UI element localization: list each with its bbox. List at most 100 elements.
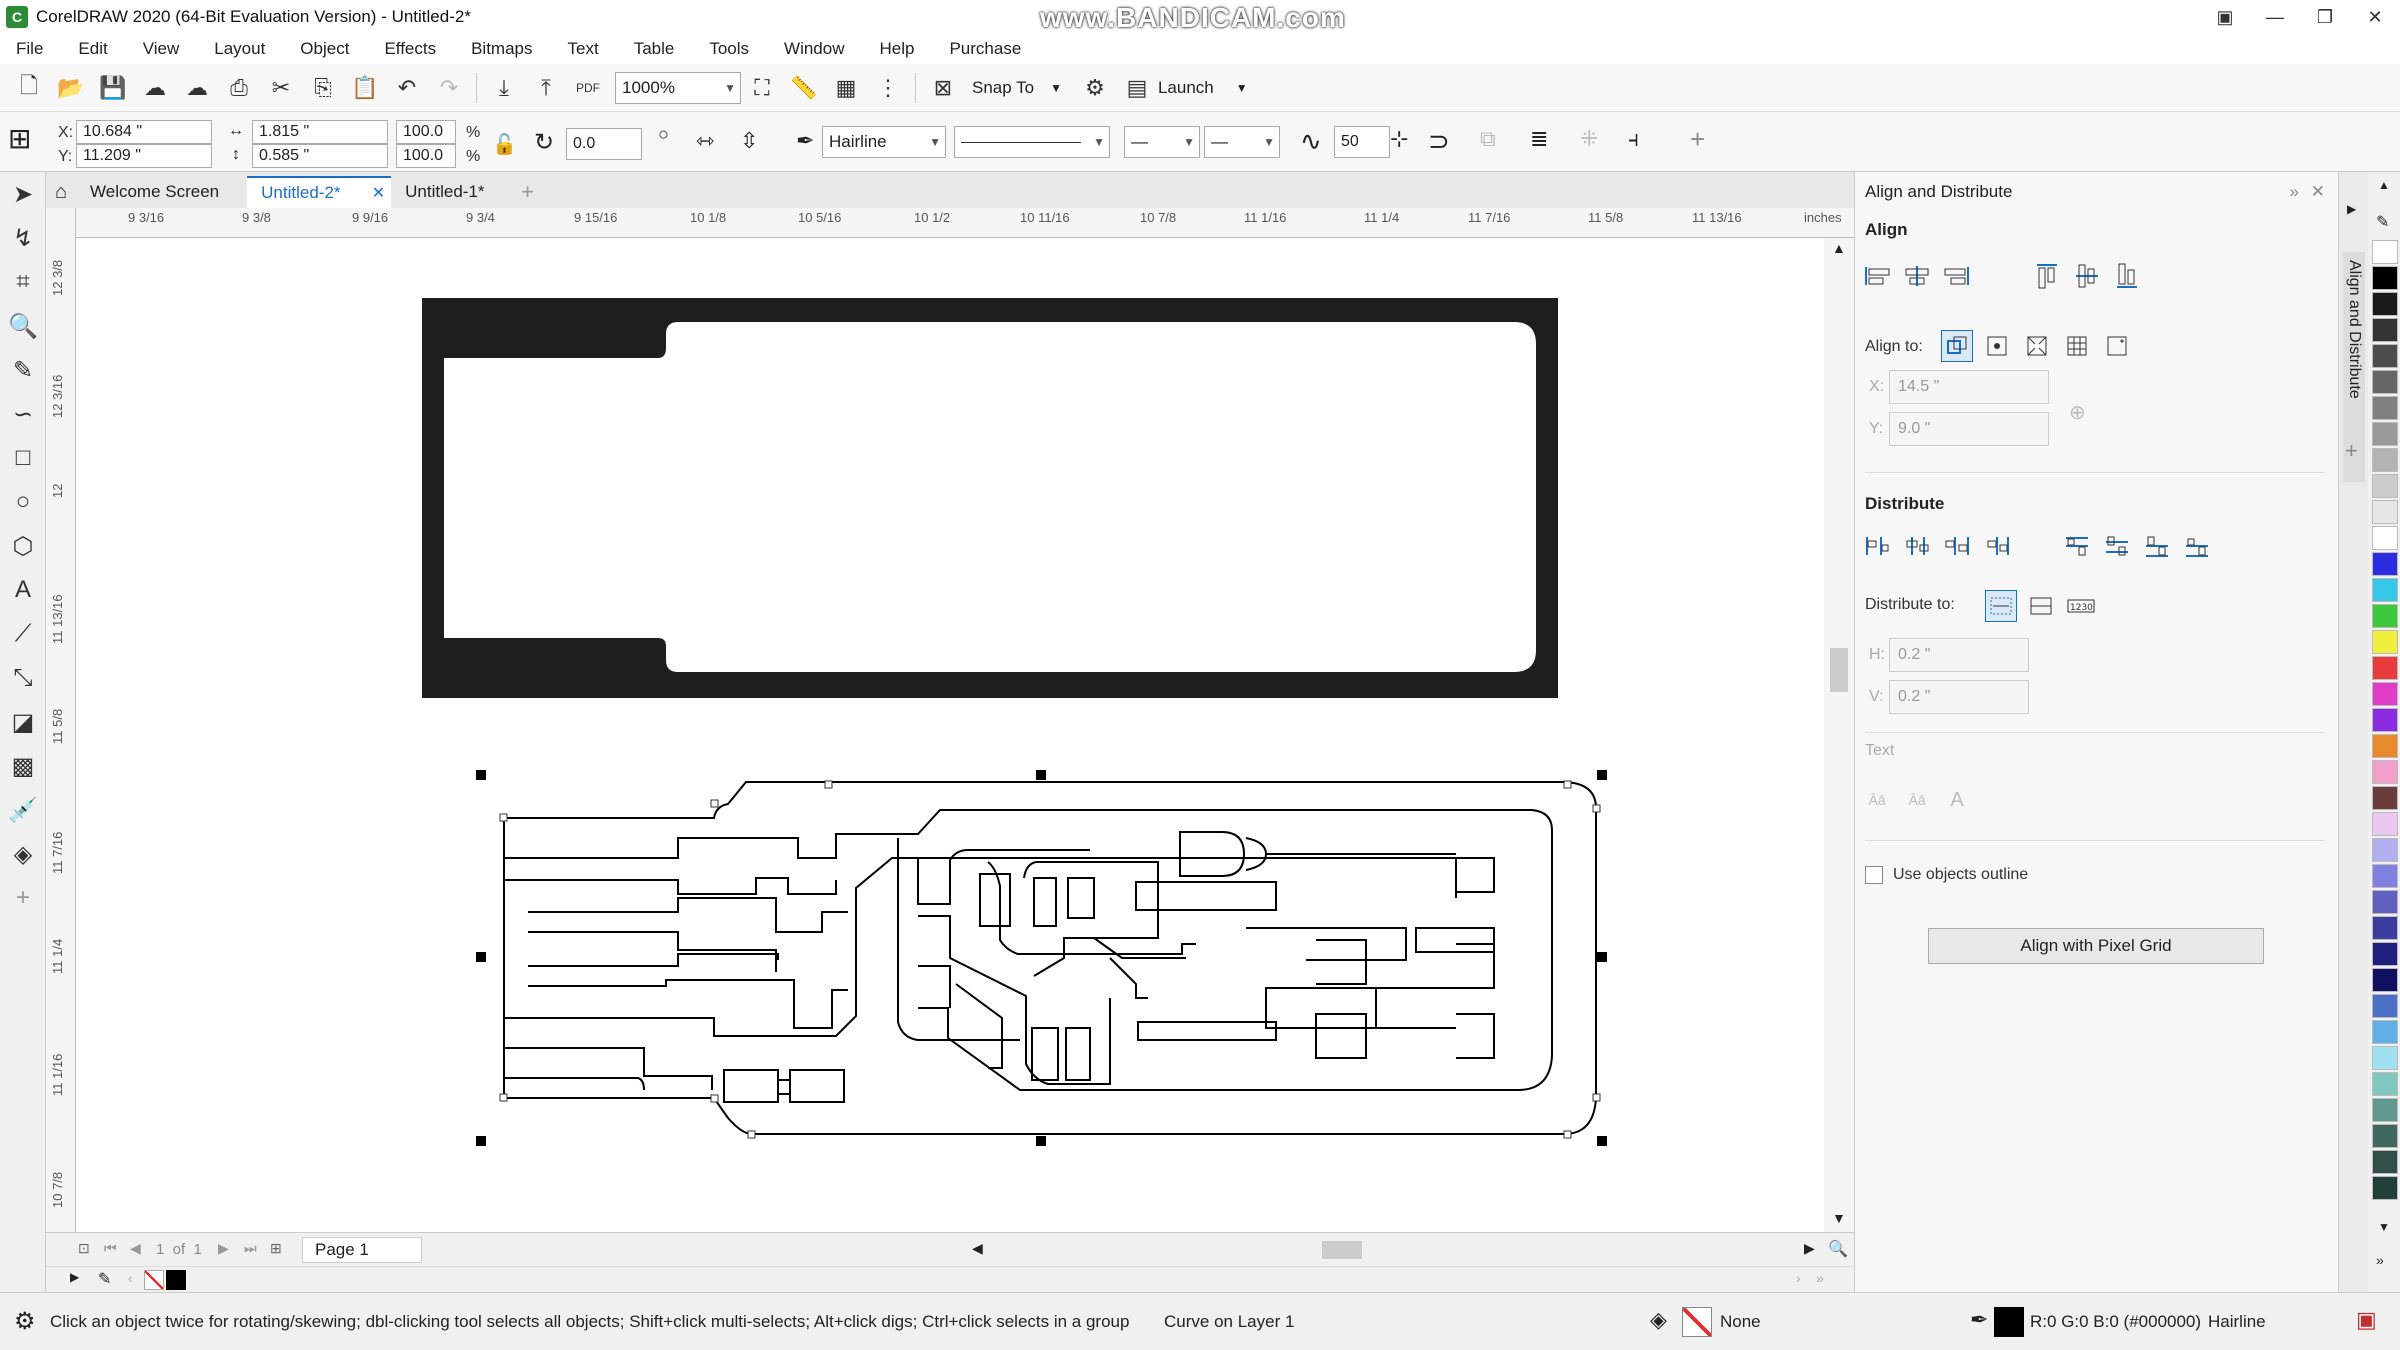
align-to-first-selected-icon[interactable]: [1981, 330, 2013, 362]
end-arrowhead-combo[interactable]: — ▼: [1204, 126, 1280, 158]
text-align-bbox-icon[interactable]: A: [1941, 784, 1973, 816]
color-swatch[interactable]: [2372, 422, 2398, 446]
text-tool-icon[interactable]: A: [0, 568, 46, 612]
object-origin-icon[interactable]: ⊞: [8, 122, 44, 162]
distribute-right-icon[interactable]: [1981, 530, 2013, 562]
docker-collapse-icon[interactable]: »: [2290, 182, 2299, 202]
menu-tools[interactable]: Tools: [709, 39, 749, 59]
color-swatch[interactable]: [2372, 682, 2398, 706]
add-docker-icon[interactable]: +: [2345, 438, 2358, 464]
menu-window[interactable]: Window: [784, 39, 844, 59]
menu-edit[interactable]: Edit: [78, 39, 107, 59]
snap-nodes-icon[interactable]: ⁜: [1580, 126, 1598, 152]
interactive-fill-tool-icon[interactable]: ◈: [0, 832, 46, 876]
align-nodes-icon[interactable]: ⫞: [1628, 126, 1639, 152]
color-swatch[interactable]: [2372, 630, 2398, 654]
mirror-horizontal-icon[interactable]: ⇿: [696, 128, 714, 154]
menu-object[interactable]: Object: [300, 39, 349, 59]
color-swatch[interactable]: [2372, 448, 2398, 472]
color-swatch[interactable]: [2372, 552, 2398, 576]
align-to-point-icon[interactable]: [2101, 330, 2133, 362]
pick-point-icon[interactable]: ⊕: [2069, 400, 2086, 425]
scroll-left-icon[interactable]: ◀: [972, 1240, 983, 1257]
prev-page-icon[interactable]: ◀: [130, 1240, 141, 1257]
no-color-swatch[interactable]: [144, 1270, 164, 1290]
last-page-icon[interactable]: ⏭: [244, 1240, 257, 1257]
color-swatch[interactable]: [2372, 578, 2398, 602]
align-to-grid-icon[interactable]: [2061, 330, 2093, 362]
distribute-middle-icon[interactable]: [2101, 530, 2133, 562]
color-swatch[interactable]: [2372, 266, 2398, 290]
text-align-baseline-icon[interactable]: Āā: [1861, 784, 1893, 816]
show-grid-icon[interactable]: ▦: [829, 71, 863, 105]
menu-layout[interactable]: Layout: [214, 39, 265, 59]
close-button[interactable]: ✕: [2350, 0, 2400, 34]
align-top-icon[interactable]: [2031, 260, 2063, 292]
width-input[interactable]: 1.815 ": [252, 120, 388, 144]
color-swatch[interactable]: [2372, 1176, 2398, 1200]
transparency-tool-icon[interactable]: ▩: [0, 744, 46, 788]
horizontal-ruler[interactable]: 9 3/16 9 3/8 9 9/16 9 3/4 9 15/16 10 1/8…: [76, 208, 1854, 238]
start-arrowhead-combo[interactable]: — ▼: [1124, 126, 1200, 158]
zoom-level-combo[interactable]: 1000% ▼: [615, 71, 741, 104]
maximize-button[interactable]: ❐: [2300, 0, 2350, 34]
first-page-icon[interactable]: ⏮: [104, 1240, 117, 1257]
palette-scroll-left-icon[interactable]: ‹: [128, 1270, 133, 1286]
show-guidelines-icon[interactable]: ⋮: [871, 71, 905, 105]
color-swatch[interactable]: [2372, 656, 2398, 680]
copy-icon[interactable]: ⎘: [306, 71, 340, 105]
launch-icon[interactable]: ▤: [1120, 71, 1154, 105]
export-icon[interactable]: ⤒: [529, 71, 563, 105]
cut-icon[interactable]: ✂: [264, 71, 298, 105]
extract-subpath-icon[interactable]: ⧉: [1480, 126, 1496, 152]
docker-strip-arrow-icon[interactable]: ▶: [2347, 202, 2356, 216]
color-swatch[interactable]: [2372, 916, 2398, 940]
cloud-download-icon[interactable]: ☁: [180, 71, 214, 105]
connector-tool-icon[interactable]: ⤡: [0, 656, 46, 700]
palette-expand-right-icon[interactable]: »: [1816, 1270, 1824, 1286]
vertical-scrollbar[interactable]: ▲ ▼: [1824, 238, 1854, 1232]
tab-welcome-screen[interactable]: Welcome Screen: [76, 176, 247, 208]
cloud-upload-icon[interactable]: ☁: [138, 71, 172, 105]
add-tool-icon[interactable]: +: [0, 876, 46, 920]
snap-to-dropdown[interactable]: Snap To: [972, 78, 1034, 98]
color-swatch[interactable]: [2372, 786, 2398, 810]
options-gear-icon[interactable]: ⚙: [1078, 71, 1112, 105]
menu-view[interactable]: View: [143, 39, 180, 59]
scroll-down-icon[interactable]: ▼: [1832, 1210, 1846, 1226]
scale-width-input[interactable]: 100.0: [396, 120, 456, 144]
color-swatch[interactable]: [2372, 708, 2398, 732]
color-swatch[interactable]: [2372, 890, 2398, 914]
align-y-input[interactable]: 9.0 ": [1889, 412, 2049, 446]
pcb-board-outline-shape[interactable]: [422, 298, 1558, 698]
color-swatch[interactable]: [2372, 240, 2398, 264]
line-style-combo[interactable]: ▼: [954, 126, 1110, 158]
align-to-page-edge-icon[interactable]: [2021, 330, 2053, 362]
add-page-icon[interactable]: ⊞: [270, 1240, 282, 1257]
shape-tool-icon[interactable]: ↯: [0, 216, 46, 260]
close-tab-icon[interactable]: ✕: [372, 183, 385, 203]
vertical-ruler[interactable]: 12 3/8 12 3/16 12 11 13/16 11 5/8 11 7/1…: [46, 208, 76, 1238]
pcb-traces-curve[interactable]: [503, 781, 1597, 1135]
vertical-scroll-thumb[interactable]: [1830, 648, 1848, 692]
menu-file[interactable]: File: [16, 39, 43, 59]
zoom-navigator-icon[interactable]: 🔍: [1828, 1239, 1848, 1259]
undo-icon[interactable]: ↶: [390, 71, 424, 105]
outline-width-combo[interactable]: Hairline ▼: [822, 126, 946, 158]
color-swatch[interactable]: [2372, 760, 2398, 784]
import-icon[interactable]: ⤓: [487, 71, 521, 105]
page-tab[interactable]: Page 1: [302, 1237, 422, 1263]
menu-help[interactable]: Help: [880, 39, 915, 59]
distribute-left-icon[interactable]: [1861, 530, 1893, 562]
palette-expand-icon[interactable]: ▶: [70, 1270, 79, 1284]
color-swatch[interactable]: [2372, 1020, 2398, 1044]
color-swatch[interactable]: [2372, 1150, 2398, 1174]
align-center-horizontal-icon[interactable]: [1901, 260, 1933, 292]
fit-page-icon[interactable]: ⊡: [78, 1240, 90, 1257]
distribute-top-icon[interactable]: [2061, 530, 2093, 562]
open-icon[interactable]: 📂: [54, 71, 88, 105]
color-swatch[interactable]: [2372, 734, 2398, 758]
palette-scroll-down-icon[interactable]: ▼: [2378, 1220, 2390, 1234]
distribute-v-input[interactable]: 0.2 ": [1889, 680, 2029, 714]
menu-purchase[interactable]: Purchase: [949, 39, 1021, 59]
